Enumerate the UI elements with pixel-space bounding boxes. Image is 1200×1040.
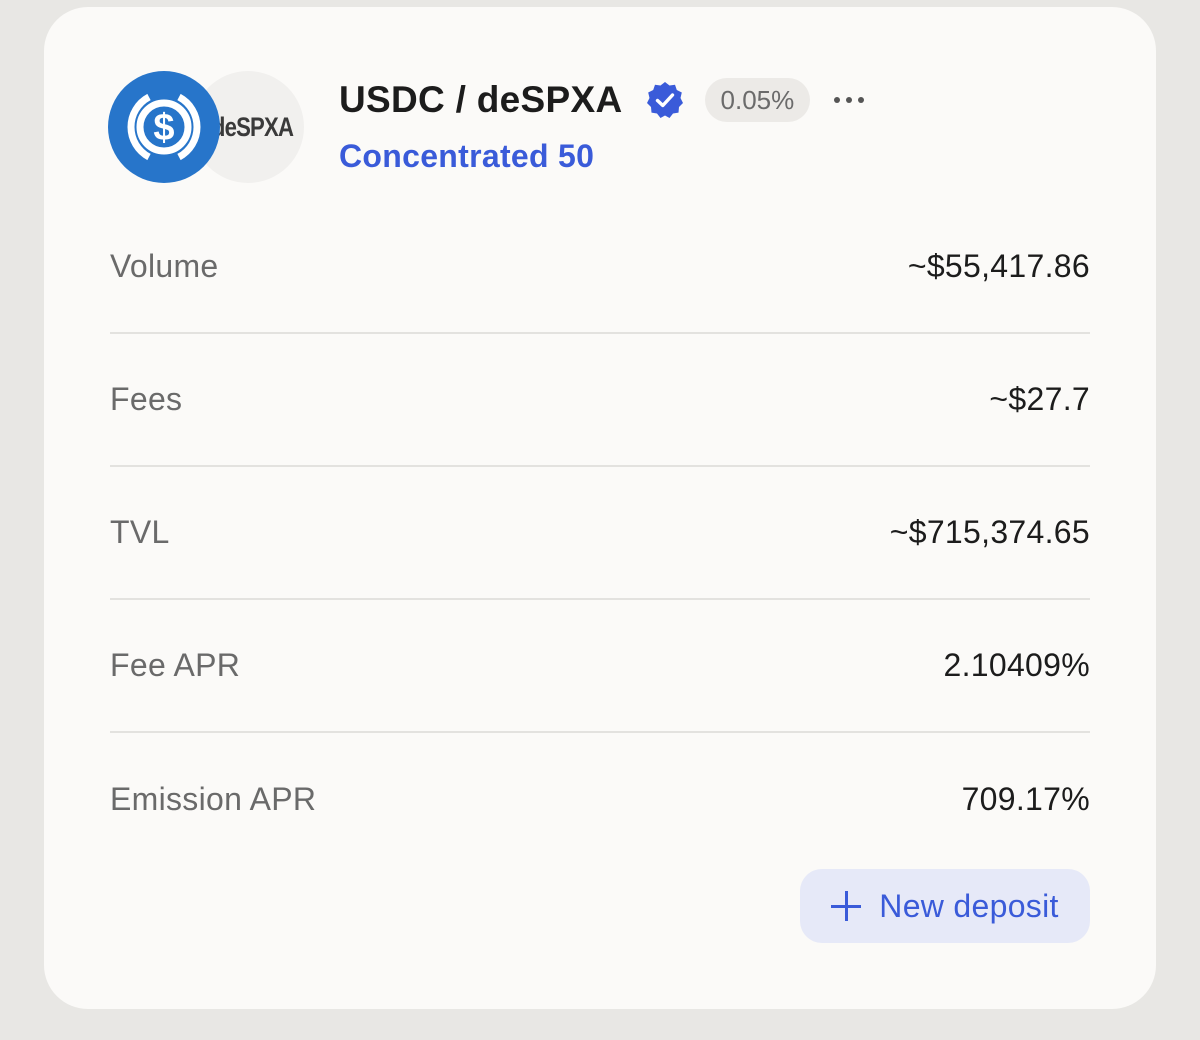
stat-row-tvl: TVL ~$715,374.65: [110, 467, 1090, 600]
pool-type-link[interactable]: Concentrated 50: [339, 138, 864, 175]
stat-value: ~$55,417.86: [907, 248, 1090, 284]
stat-label: TVL: [110, 514, 170, 550]
pool-header: USDC / deSPXA 0.05% Concentrated 50: [339, 77, 865, 175]
stat-row-fees: Fees ~$27.7: [110, 334, 1090, 467]
new-deposit-button[interactable]: New deposit: [800, 869, 1090, 943]
stat-label: Emission APR: [110, 781, 317, 817]
pool-card: $ deSPXA USDC / deSPXA 0.05% Concentrate…: [44, 7, 1156, 1009]
stat-value: ~$27.7: [989, 381, 1090, 417]
usdc-coin-icon: $: [108, 71, 220, 183]
svg-text:$: $: [153, 107, 174, 149]
stat-label: Fee APR: [110, 647, 241, 683]
stat-value: 709.17%: [961, 781, 1090, 817]
stat-row-volume: Volume ~$55,417.86: [110, 201, 1090, 334]
despxa-logo-text: deSPXA: [212, 111, 294, 142]
stat-row-fee-apr: Fee APR 2.10409%: [110, 600, 1090, 733]
stat-label: Fees: [110, 381, 183, 417]
title-row: USDC / deSPXA 0.05%: [339, 77, 865, 123]
verified-badge-icon: [645, 80, 685, 120]
new-deposit-label: New deposit: [879, 887, 1059, 924]
stat-value: ~$715,374.65: [889, 514, 1090, 550]
more-horizontal-icon[interactable]: [834, 85, 865, 115]
pool-stats-list: Volume ~$55,417.86 Fees ~$27.7 TVL ~$715…: [110, 201, 1090, 866]
token-pair-logos: $ deSPXA: [108, 71, 308, 183]
pool-title: USDC / deSPXA: [339, 79, 623, 120]
stat-row-emission-apr: Emission APR 709.17%: [110, 733, 1090, 866]
stat-label: Volume: [110, 248, 219, 284]
stat-value: 2.10409%: [943, 647, 1090, 683]
plus-icon: [831, 891, 862, 921]
fee-tier-badge: 0.05%: [704, 78, 811, 122]
